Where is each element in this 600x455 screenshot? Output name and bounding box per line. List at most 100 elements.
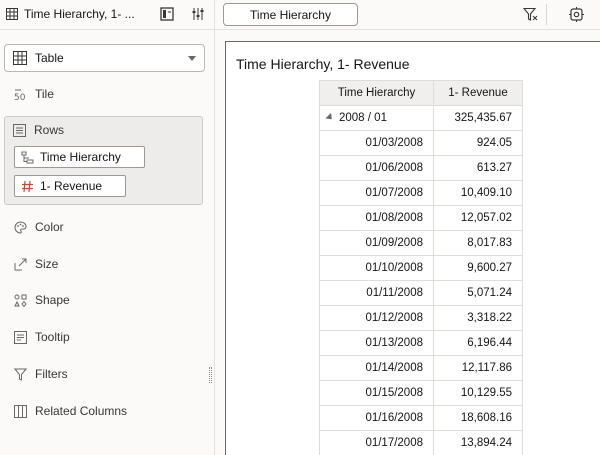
revenue-cell: 9,600.27 — [433, 255, 523, 281]
table-row: 01/12/2008 3,318.22 — [319, 305, 523, 331]
grammar-related-columns-label: Related Columns — [35, 404, 128, 418]
grammar-tooltip-label: Tooltip — [35, 330, 70, 344]
filter-x-icon[interactable] — [523, 7, 538, 22]
revenue-cell: 3,318.22 — [433, 305, 523, 331]
rows-header: Rows — [13, 123, 64, 137]
date-cell: 01/08/2008 — [319, 205, 434, 231]
shape-icon — [14, 294, 27, 307]
date-cell: 01/15/2008 — [319, 380, 434, 406]
group-cell[interactable]: 2008 / 01 — [319, 105, 434, 131]
canvas-tab-label: Time Hierarchy — [250, 7, 331, 22]
date-cell: 01/09/2008 — [319, 230, 434, 256]
table-row: 01/03/2008 924.05 — [319, 130, 523, 156]
table-header-row: Time Hierarchy 1- Revenue — [319, 80, 523, 106]
revenue-cell: 10,409.10 — [433, 180, 523, 206]
canvas-tab[interactable]: Time Hierarchy — [223, 3, 358, 26]
viz-title-label: Time Hierarchy, 1- ... — [24, 7, 135, 21]
toolbar-divider — [546, 4, 547, 25]
revenue-cell: 5,071.24 — [433, 280, 523, 306]
rows-icon — [13, 123, 26, 137]
collapse-triangle-icon[interactable] — [325, 112, 335, 123]
grammar-shape-label: Shape — [35, 293, 70, 307]
date-cell: 01/07/2008 — [319, 180, 434, 206]
size-icon — [14, 258, 27, 270]
hash-icon — [22, 180, 33, 192]
revenue-cell: 12,057.02 — [433, 205, 523, 231]
grammar-icon[interactable] — [160, 7, 174, 21]
filter-icon — [14, 368, 27, 381]
table-row: 01/11/2008 5,071.24 — [319, 280, 523, 306]
pill-label: 1- Revenue — [40, 179, 103, 193]
revenue-cell: 10,129.55 — [433, 380, 523, 406]
rows-drop-zone[interactable]: Rows Time Hierarchy 1- Revenue — [4, 116, 203, 205]
grammar-color[interactable]: Color — [0, 216, 210, 238]
grammar-tile-label: Tile — [35, 87, 54, 101]
group-value-cell: 325,435.67 — [433, 105, 523, 131]
rows-pill-revenue[interactable]: 1- Revenue — [14, 175, 126, 197]
revenue-cell: 613.27 — [433, 155, 523, 181]
palette-icon — [14, 220, 27, 234]
revenue-cell: 8,017.83 — [433, 230, 523, 256]
table-row: 01/06/2008 613.27 — [319, 155, 523, 181]
pill-label: Time Hierarchy — [40, 150, 121, 164]
table-row: 01/10/2008 9,600.27 — [319, 255, 523, 281]
data-table: Time Hierarchy 1- Revenue 2008 / 01 325,… — [319, 80, 523, 455]
rows-pill-time-hierarchy[interactable]: Time Hierarchy — [14, 146, 145, 168]
grammar-filters-label: Filters — [35, 367, 68, 381]
column-header-time-hierarchy[interactable]: Time Hierarchy — [319, 80, 434, 106]
group-label: 2008 / 01 — [339, 112, 387, 124]
gear-icon[interactable] — [569, 7, 584, 22]
grammar-tooltip[interactable]: Tooltip — [0, 326, 210, 348]
revenue-cell: 12,117.86 — [433, 355, 523, 381]
table-row: 01/08/2008 12,057.02 — [319, 205, 523, 231]
grammar-related-columns[interactable]: Related Columns — [0, 400, 210, 422]
visualization-canvas: Time Hierarchy, 1- Revenue Time Hierarch… — [225, 41, 600, 455]
revenue-cell: 6,196.44 — [433, 330, 523, 356]
column-header-revenue[interactable]: 1- Revenue — [433, 80, 523, 106]
visualization-title: Time Hierarchy, 1- Revenue — [236, 56, 410, 72]
table-row: 01/07/2008 10,409.10 — [319, 180, 523, 206]
table-row: 01/17/2008 13,894.24 — [319, 430, 523, 455]
grammar-tile[interactable]: 50 Tile — [0, 83, 210, 105]
grammar-size[interactable]: Size — [0, 253, 210, 275]
table-row: 01/13/2008 6,196.44 — [319, 330, 523, 356]
viz-type-label: Table — [35, 51, 64, 65]
grammar-size-label: Size — [35, 257, 59, 271]
table-row: 01/14/2008 12,117.86 — [319, 355, 523, 381]
date-cell: 01/03/2008 — [319, 130, 434, 156]
date-cell: 01/06/2008 — [319, 155, 434, 181]
hierarchy-icon — [21, 151, 34, 163]
date-cell: 01/10/2008 — [319, 255, 434, 281]
date-cell: 01/16/2008 — [319, 405, 434, 431]
viz-title-tab[interactable]: Time Hierarchy, 1- ... — [6, 7, 135, 21]
date-cell: 01/13/2008 — [319, 330, 434, 356]
table-icon — [6, 8, 18, 20]
properties-sliders-icon[interactable] — [191, 7, 205, 21]
date-cell: 01/17/2008 — [319, 430, 434, 455]
canvas-toolbar: Time Hierarchy — [215, 0, 600, 30]
panel-resize-handle[interactable] — [209, 367, 212, 383]
grammar-filters[interactable]: Filters — [0, 363, 210, 385]
date-cell: 01/14/2008 — [319, 355, 434, 381]
columns-icon — [14, 404, 27, 418]
rows-label: Rows — [34, 123, 65, 137]
grammar-color-label: Color — [35, 220, 64, 234]
table-group-row: 2008 / 01 325,435.67 — [319, 105, 523, 131]
table-row: 01/09/2008 8,017.83 — [319, 230, 523, 256]
chevron-down-icon — [188, 56, 196, 61]
viz-type-select[interactable]: Table — [4, 44, 205, 72]
svg-text:50: 50 — [14, 93, 26, 101]
revenue-cell: 924.05 — [433, 130, 523, 156]
revenue-cell: 13,894.24 — [433, 430, 523, 455]
date-cell: 01/11/2008 — [319, 280, 434, 306]
tooltip-icon — [14, 330, 27, 344]
panel-header: Time Hierarchy, 1- ... — [0, 0, 215, 30]
grammar-panel: Time Hierarchy, 1- ... Table 50 Tile Row… — [0, 0, 215, 455]
grammar-shape[interactable]: Shape — [0, 289, 210, 311]
date-cell: 01/12/2008 — [319, 305, 434, 331]
tile-50-icon: 50 — [14, 89, 26, 101]
table-icon — [13, 51, 27, 65]
table-row: 01/15/2008 10,129.55 — [319, 380, 523, 406]
revenue-cell: 18,608.16 — [433, 405, 523, 431]
table-row: 01/16/2008 18,608.16 — [319, 405, 523, 431]
